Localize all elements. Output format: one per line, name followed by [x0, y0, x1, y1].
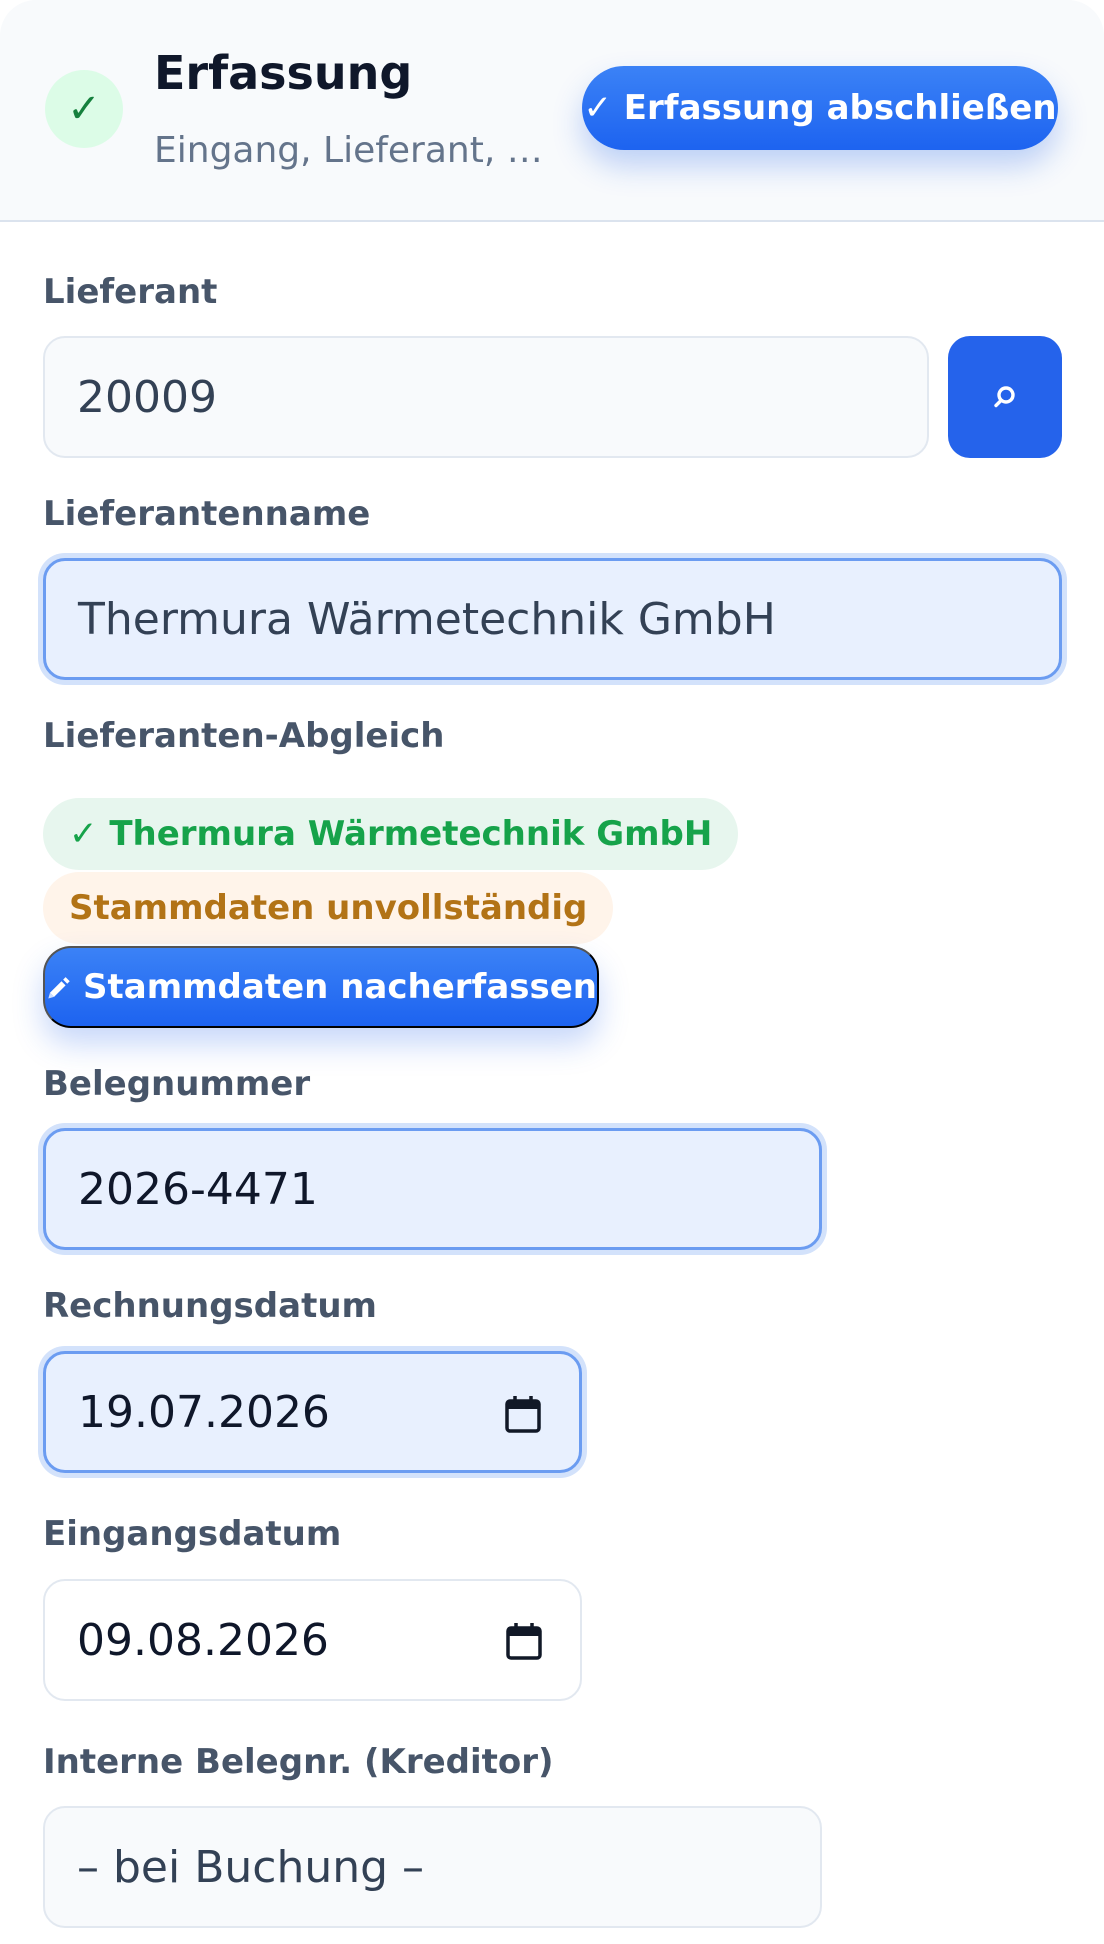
search-icon: [994, 386, 1015, 408]
supplier-value: 20009: [77, 371, 217, 423]
complete-capture-label: ✓ Erfassung abschließen: [583, 88, 1057, 128]
capture-panel: ✓ Erfassung Eingang, Lieferant, B… ✓ Erf…: [0, 0, 1104, 1944]
status-check-icon: ✓: [45, 70, 123, 148]
internal-number-value: – bei Buchung –: [77, 1841, 425, 1893]
calendar-icon[interactable]: [504, 1621, 544, 1661]
edit-master-data-label: Stammdaten nacherfassen: [83, 967, 597, 1007]
internal-number-input: – bei Buchung –: [43, 1806, 822, 1928]
internal-number-label: Interne Belegnr. (Kreditor): [43, 1742, 554, 1782]
match-status-text: ✓ Thermura Wärmetechnik GmbH: [69, 814, 713, 854]
supplier-name-value: Thermura Wärmetechnik GmbH: [78, 593, 776, 645]
invoice-date-input[interactable]: 19.07.2026: [43, 1351, 582, 1473]
complete-capture-button[interactable]: ✓ Erfassung abschließen: [582, 66, 1058, 150]
edit-master-data-button[interactable]: Stammdaten nacherfassen: [43, 946, 599, 1028]
master-data-warning-badge: Stammdaten unvollständig: [43, 872, 614, 944]
invoice-date-value: 19.07.2026: [78, 1386, 330, 1438]
master-data-warning-text: Stammdaten unvollständig: [69, 888, 588, 928]
receipt-date-input[interactable]: 09.08.2026: [43, 1579, 582, 1701]
supplier-matching-label: Lieferanten-Abgleich: [43, 716, 445, 756]
doc-number-label: Belegnummer: [43, 1064, 311, 1104]
receipt-date-value: 09.08.2026: [77, 1614, 329, 1666]
receipt-date-label: Eingangsdatum: [43, 1514, 342, 1554]
invoice-date-label: Rechnungsdatum: [43, 1286, 377, 1326]
supplier-input[interactable]: 20009: [43, 336, 929, 458]
supplier-name-input[interactable]: Thermura Wärmetechnik GmbH: [43, 558, 1062, 680]
calendar-icon[interactable]: [503, 1394, 543, 1434]
doc-number-input[interactable]: 2026-4471: [43, 1128, 822, 1250]
doc-number-value: 2026-4471: [78, 1163, 318, 1215]
supplier-name-label: Lieferantenname: [43, 494, 371, 534]
match-status-badge: ✓ Thermura Wärmetechnik GmbH: [43, 798, 739, 870]
panel-subtitle: Eingang, Lieferant, B…: [154, 130, 544, 171]
panel-header: ✓ Erfassung Eingang, Lieferant, B… ✓ Erf…: [0, 0, 1104, 222]
pencil-icon: [48, 977, 70, 999]
panel-title: Erfassung: [154, 46, 413, 100]
supplier-label: Lieferant: [43, 272, 218, 312]
supplier-search-button[interactable]: [948, 336, 1062, 458]
